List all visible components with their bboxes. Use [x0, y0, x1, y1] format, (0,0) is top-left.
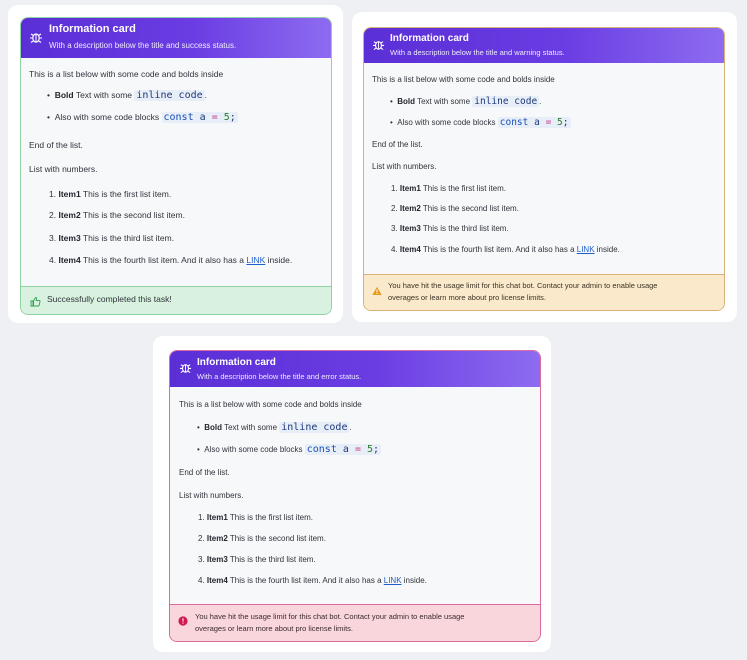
- status-bar-warning: You have hit the usage limit for this ch…: [364, 274, 724, 310]
- numbered-item: 3. Item3 This is the third list item.: [198, 555, 316, 564]
- card-body: This is a list below with some code and …: [21, 58, 331, 282]
- end-text: End of the list.: [29, 140, 83, 150]
- card-subtitle: With a description below the title and w…: [390, 48, 565, 57]
- numbered-list-heading: List with numbers.: [179, 491, 244, 500]
- bullet-item: • Also with some code blocks const a = 5…: [197, 444, 382, 455]
- card-header: Information card With a description belo…: [170, 351, 540, 387]
- numbered-list-heading: List with numbers.: [372, 162, 437, 171]
- inline-code: inline code: [472, 96, 540, 107]
- bug-icon: [372, 38, 385, 51]
- bug-icon: [29, 30, 43, 44]
- link[interactable]: LINK: [577, 245, 595, 254]
- status-message-line-1: You have hit the usage limit for this ch…: [195, 612, 465, 621]
- information-card-success: Information card With a description belo…: [20, 17, 332, 315]
- intro-text: This is a list below with some code and …: [372, 75, 555, 84]
- card-subtitle: With a description below the title and e…: [197, 372, 362, 381]
- bullet-item: • Bold Text with some inline code.: [390, 96, 542, 107]
- end-text: End of the list.: [179, 468, 230, 477]
- intro-text: This is a list below with some code and …: [179, 400, 362, 409]
- end-text: End of the list.: [372, 140, 423, 149]
- bold-text: Bold: [54, 90, 74, 100]
- card-subtitle: With a description below the title and s…: [49, 41, 237, 50]
- error-alert-icon: [178, 613, 188, 631]
- numbered-item: 1. Item1 This is the first list item.: [49, 189, 172, 199]
- link[interactable]: LINK: [384, 576, 402, 585]
- bullet-item: • Also with some code blocks const a = 5…: [47, 112, 238, 123]
- card-container-success: Information card With a description belo…: [8, 5, 343, 323]
- numbered-item: 3. Item3 This is the third list item.: [49, 233, 175, 243]
- status-message-line-2: overages or learn more about pro license…: [388, 293, 546, 302]
- numbered-item: 3. Item3 This is the third list item.: [391, 224, 509, 233]
- status-message-line-1: You have hit the usage limit for this ch…: [388, 281, 658, 290]
- card-header: Information card With a description belo…: [21, 18, 331, 58]
- card-body: This is a list below with some code and …: [364, 63, 724, 275]
- code-block: const a = 5;: [497, 117, 571, 128]
- bug-icon: [179, 361, 192, 374]
- numbered-item: 2. Item2 This is the second list item.: [49, 210, 185, 220]
- inline-code: inline code: [279, 422, 350, 433]
- thumbs-up-icon: [30, 294, 41, 312]
- intro-text: This is a list below with some code and …: [29, 69, 224, 79]
- numbered-item: 4. Item4 This is the fourth list item. A…: [49, 255, 293, 265]
- bullet-item: • Bold Text with some inline code.: [47, 90, 208, 101]
- card-title: Information card: [49, 23, 136, 35]
- status-message: Successfully completed this task!: [47, 294, 172, 304]
- status-message-line-2: overages or learn more about pro license…: [195, 624, 353, 633]
- status-bar-error: You have hit the usage limit for this ch…: [170, 604, 540, 641]
- bullet-item: • Also with some code blocks const a = 5…: [390, 117, 571, 128]
- card-title: Information card: [390, 33, 469, 44]
- card-body: This is a list below with some code and …: [170, 387, 540, 604]
- numbered-item: 2. Item2 This is the second list item.: [391, 204, 519, 213]
- card-container-error: Information card With a description belo…: [153, 336, 551, 652]
- warning-triangle-icon: [372, 283, 382, 301]
- numbered-item: 2. Item2 This is the second list item.: [198, 534, 326, 543]
- card-title: Information card: [197, 357, 276, 368]
- card-header: Information card With a description belo…: [364, 28, 724, 63]
- code-block: const a = 5;: [304, 444, 382, 455]
- numbered-item: 1. Item1 This is the first list item.: [198, 513, 314, 522]
- numbered-list-heading: List with numbers.: [29, 164, 98, 174]
- status-bar-success: Successfully completed this task!: [21, 286, 331, 314]
- information-card-error: Information card With a description belo…: [169, 350, 541, 642]
- bullet-item: • Bold Text with some inline code.: [197, 422, 352, 433]
- information-card-warning: Information card With a description belo…: [363, 27, 725, 311]
- numbered-item: 4. Item4 This is the fourth list item. A…: [198, 576, 427, 585]
- numbered-item: 1. Item1 This is the first list item.: [391, 184, 507, 193]
- inline-code: inline code: [134, 90, 205, 101]
- code-block: const a = 5;: [161, 112, 238, 123]
- link[interactable]: LINK: [246, 255, 265, 265]
- card-container-warning: Information card With a description belo…: [352, 12, 737, 322]
- numbered-item: 4. Item4 This is the fourth list item. A…: [391, 245, 620, 254]
